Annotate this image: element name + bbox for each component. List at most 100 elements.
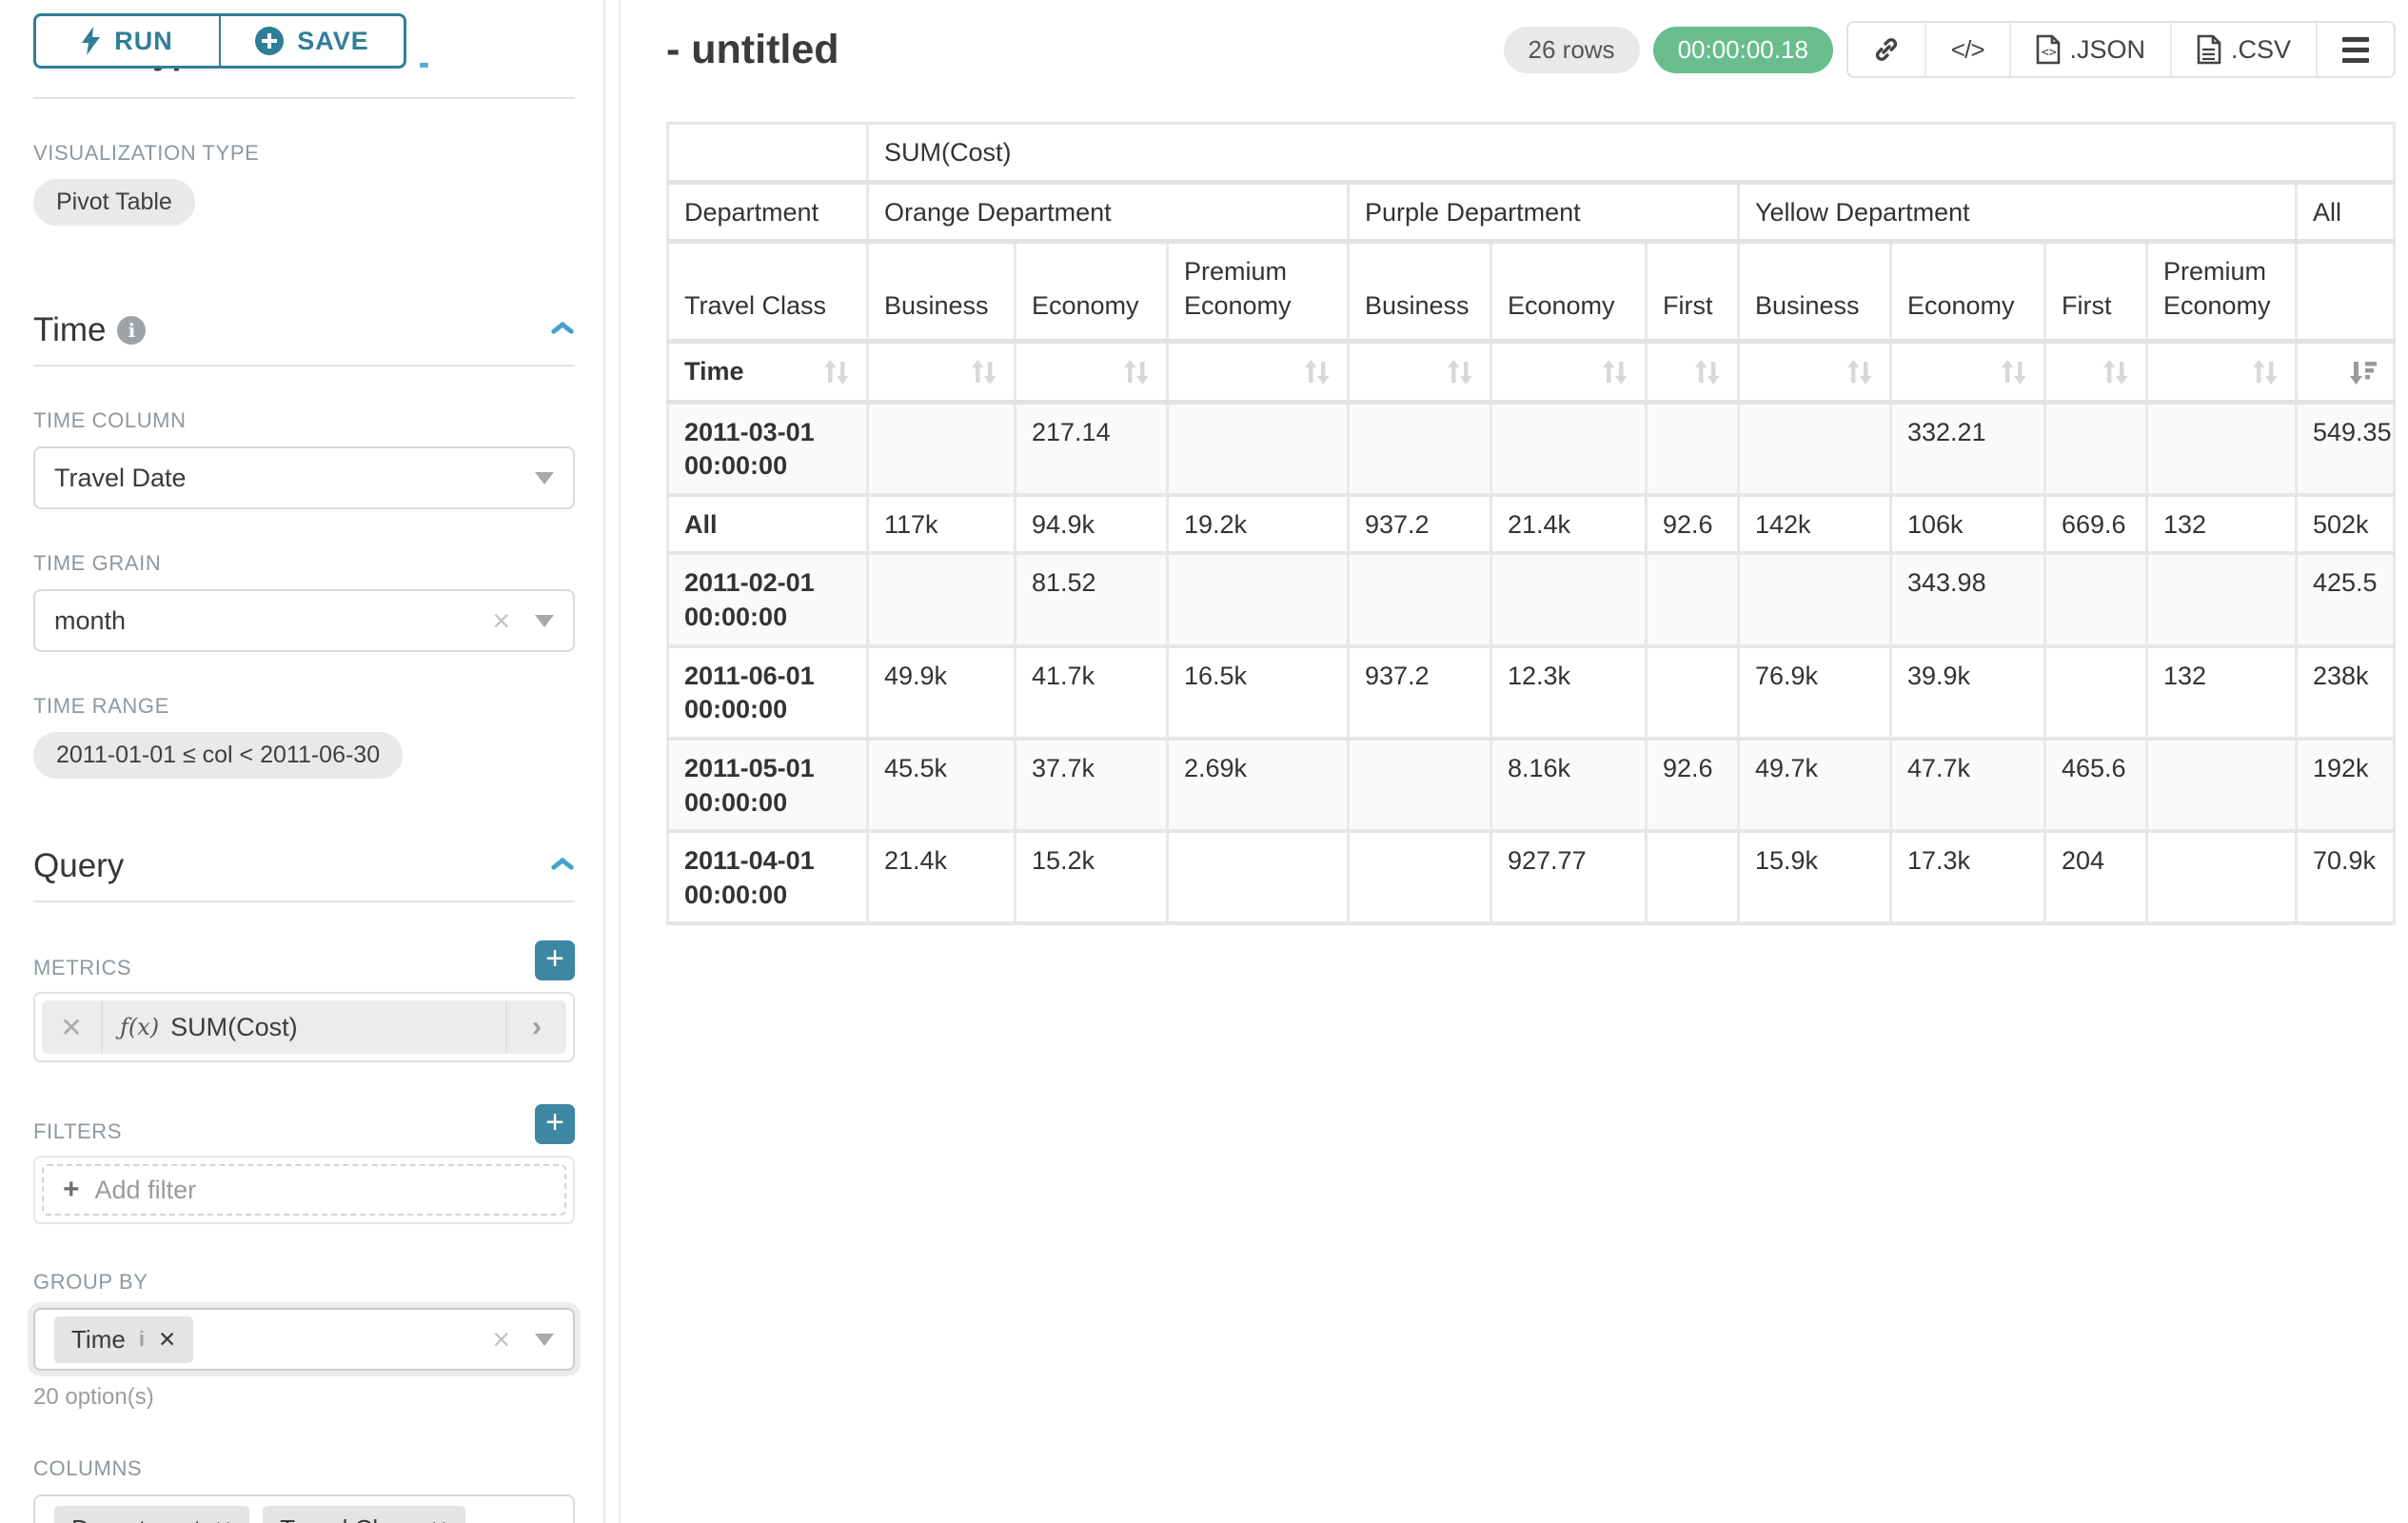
pivot-value-cell: 47.7k	[1891, 739, 2045, 831]
pivot-value-cell: 937.2	[1349, 495, 1491, 554]
pivot-value-cell: 132	[2147, 646, 2297, 739]
metrics-label: METRICS	[33, 956, 131, 980]
pivot-value-cell: 502k	[2297, 495, 2395, 554]
group-by-select[interactable]: Time i ✕ ×	[33, 1308, 575, 1371]
pivot-value-cell	[1349, 739, 1491, 831]
file-code-icon: <>	[2036, 34, 2061, 65]
sort-icon[interactable]	[2102, 358, 2130, 386]
columns-label: COLUMNS	[33, 1456, 575, 1481]
time-range-value[interactable]: 2011-01-01 ≤ col < 2011-06-30	[33, 732, 403, 779]
group-by-chip-time[interactable]: Time i ✕	[54, 1316, 193, 1363]
chevron-up-icon[interactable]	[550, 324, 575, 337]
sort-icon[interactable]	[2251, 358, 2280, 386]
pivot-value-cell	[1647, 831, 1739, 923]
time-column-select[interactable]: Travel Date	[33, 446, 575, 509]
add-metric-button[interactable]: +	[535, 940, 575, 980]
remove-chip-icon[interactable]: ✕	[158, 1327, 176, 1353]
menu-button[interactable]	[2318, 23, 2394, 76]
remove-chip-icon[interactable]: ✕	[430, 1516, 448, 1523]
sort-icon[interactable]	[1601, 358, 1629, 386]
hamburger-icon	[2342, 37, 2369, 63]
export-json-button[interactable]: <> .JSON	[2011, 23, 2173, 76]
pivot-value-cell	[2147, 402, 2297, 495]
expand-metric-icon[interactable]: ›	[505, 1000, 566, 1054]
chevron-up-icon[interactable]	[550, 860, 575, 873]
travel-class-header-cell: Business	[868, 242, 1016, 341]
control-panel-sidebar: Chart Type RUN SAVE	[0, 0, 605, 1523]
run-button[interactable]: RUN	[33, 13, 220, 69]
columns-chip-department[interactable]: Department ✕	[54, 1506, 249, 1523]
pivot-value-cell: 106k	[1891, 495, 2045, 554]
clear-icon[interactable]: ×	[492, 605, 510, 636]
pivot-data-row: 2011-03-01 00:00:00217.14332.21549.35	[668, 402, 2395, 495]
chart-title[interactable]: - untitled	[666, 27, 839, 73]
sidebar-top: Chart Type RUN SAVE	[33, 0, 575, 99]
clear-icon[interactable]: ×	[492, 1324, 510, 1355]
pivot-value-cell: 16.5k	[1168, 646, 1349, 739]
time-value-cell: 2011-04-01 00:00:00	[668, 831, 868, 923]
sort-icon[interactable]	[2000, 358, 2028, 386]
pivot-value-cell: 15.2k	[1016, 831, 1168, 923]
columns-select[interactable]: Department ✕ Travel Class ✕ ×	[33, 1494, 575, 1523]
plus-icon: +	[63, 1174, 80, 1206]
pivot-table-container: SUM(Cost)DepartmentOrange DepartmentPurp…	[666, 122, 2396, 925]
share-link-button[interactable]	[1848, 23, 1926, 76]
pivot-value-cell: 927.77	[1491, 831, 1647, 923]
columns-chip-travel-class[interactable]: Travel Class ✕	[263, 1506, 465, 1523]
pivot-value-cell: 465.6	[2045, 739, 2147, 831]
sort-icon[interactable]	[822, 358, 851, 386]
chevron-down-icon	[535, 1334, 554, 1346]
visualization-type-label: VISUALIZATION TYPE	[33, 141, 575, 166]
pivot-value-cell	[2045, 646, 2147, 739]
pivot-value-cell: 192k	[2297, 739, 2395, 831]
pivot-value-cell	[1647, 553, 1739, 645]
sort-header-cell	[2297, 341, 2395, 402]
time-grain-select[interactable]: month ×	[33, 589, 575, 652]
pivot-value-cell: 21.4k	[868, 831, 1016, 923]
query-timer-badge: 00:00:00.18	[1653, 27, 1833, 73]
save-button[interactable]: SAVE	[220, 13, 406, 69]
pivot-value-cell: 2.69k	[1168, 739, 1349, 831]
pivot-value-cell: 17.3k	[1891, 831, 2045, 923]
pivot-value-cell: 117k	[868, 495, 1016, 554]
info-icon[interactable]: i	[139, 1327, 145, 1352]
time-grain-value: month	[54, 606, 126, 636]
remove-metric-icon[interactable]: ✕	[42, 1000, 103, 1054]
pivot-value-cell	[1168, 831, 1349, 923]
pivot-value-cell: 37.7k	[1016, 739, 1168, 831]
remove-chip-icon[interactable]: ✕	[214, 1516, 232, 1523]
add-filter-dropzone[interactable]: + Add filter	[42, 1164, 566, 1216]
metric-chip[interactable]: ✕ ƒ(x) SUM(Cost) ›	[42, 1000, 566, 1054]
pivot-value-cell	[2147, 831, 2297, 923]
pivot-value-cell: 21.4k	[1491, 495, 1647, 554]
sort-icon[interactable]	[1446, 358, 1474, 386]
travel-class-header-cell: Economy	[1016, 242, 1168, 341]
pivot-value-cell: 81.52	[1016, 553, 1168, 645]
sort-header-cell	[1349, 341, 1491, 402]
travel-class-header-cell: First	[1647, 242, 1739, 341]
info-icon[interactable]: i	[117, 316, 146, 345]
department-row-label: Department	[668, 182, 868, 242]
sort-header-cell	[1491, 341, 1647, 402]
visualization-type-control: VISUALIZATION TYPE Pivot Table	[33, 141, 575, 226]
chip-label: Department	[71, 1514, 201, 1523]
sort-icon[interactable]	[970, 358, 998, 386]
pivot-value-cell	[1349, 831, 1491, 923]
view-query-button[interactable]: </>	[1926, 23, 2011, 76]
add-filter-button[interactable]: +	[535, 1104, 575, 1144]
sort-header-cell	[2045, 341, 2147, 402]
sort-desc-icon[interactable]	[2349, 358, 2378, 386]
group-by-label: GROUP BY	[33, 1270, 575, 1295]
panel-resize-gutter[interactable]	[605, 0, 621, 1523]
sort-icon[interactable]	[1303, 358, 1332, 386]
pivot-value-cell: 8.16k	[1491, 739, 1647, 831]
add-filter-placeholder: Add filter	[95, 1176, 197, 1205]
pivot-value-cell: 49.7k	[1739, 739, 1891, 831]
export-csv-button[interactable]: .CSV	[2172, 23, 2318, 76]
sort-icon[interactable]	[1845, 358, 1874, 386]
visualization-type-value[interactable]: Pivot Table	[33, 179, 195, 226]
travel-class-header-cell: Premium Economy	[1168, 242, 1349, 341]
sort-icon[interactable]	[1693, 358, 1722, 386]
pivot-value-cell: 19.2k	[1168, 495, 1349, 554]
sort-icon[interactable]	[1122, 358, 1151, 386]
